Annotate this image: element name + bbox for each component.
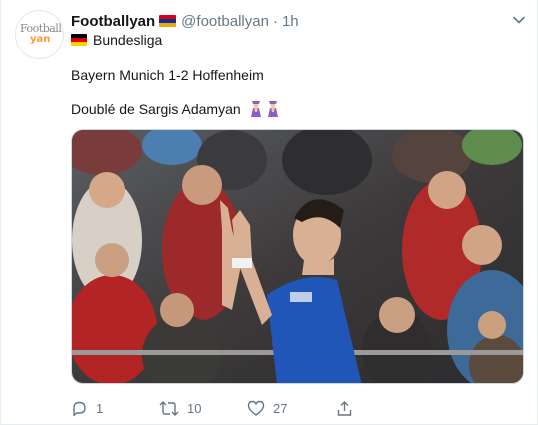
like-button[interactable]: 27 <box>247 397 287 419</box>
league-name: Bundesliga <box>93 32 163 48</box>
tweet-actions: 1 10 27 <box>71 397 371 419</box>
retweet-icon <box>159 400 179 416</box>
woman-mage-icon <box>250 101 261 117</box>
tweet-header: Footballyan @footballyan · 1h <box>71 11 299 31</box>
tweet[interactable]: Football yan Footballyan @footballyan · … <box>0 0 538 425</box>
share-icon <box>337 400 352 416</box>
germany-flag-icon <box>71 34 87 46</box>
heart-icon <box>247 400 265 416</box>
retweet-count: 10 <box>187 400 202 416</box>
author-name[interactable]: Footballyan <box>71 13 155 30</box>
tweet-photo[interactable] <box>71 129 524 384</box>
avatar-logo-subtext: yan <box>30 34 51 45</box>
chevron-down-icon[interactable] <box>512 13 526 27</box>
avatar[interactable]: Football yan <box>15 10 64 59</box>
share-button[interactable] <box>336 397 361 419</box>
author-handle[interactable]: @footballyan <box>181 13 269 30</box>
tweet-text-score: Bayern Munich 1-2 Hoffenheim <box>71 67 264 83</box>
timestamp[interactable]: 1h <box>282 13 299 30</box>
woman-mage-icon <box>267 101 278 117</box>
like-count: 27 <box>273 400 288 416</box>
league-line: Bundesliga <box>71 31 162 49</box>
tweet-text-line: Doublé de Sargis Adamyan <box>71 100 280 118</box>
retweet-button[interactable]: 10 <box>159 397 201 419</box>
separator: · <box>272 12 278 30</box>
tweet-text-double: Doublé de Sargis Adamyan <box>71 101 241 117</box>
reply-button[interactable]: 1 <box>71 397 103 419</box>
reply-count: 1 <box>96 400 104 416</box>
armenia-flag-icon <box>159 15 177 27</box>
reply-icon <box>73 401 86 416</box>
